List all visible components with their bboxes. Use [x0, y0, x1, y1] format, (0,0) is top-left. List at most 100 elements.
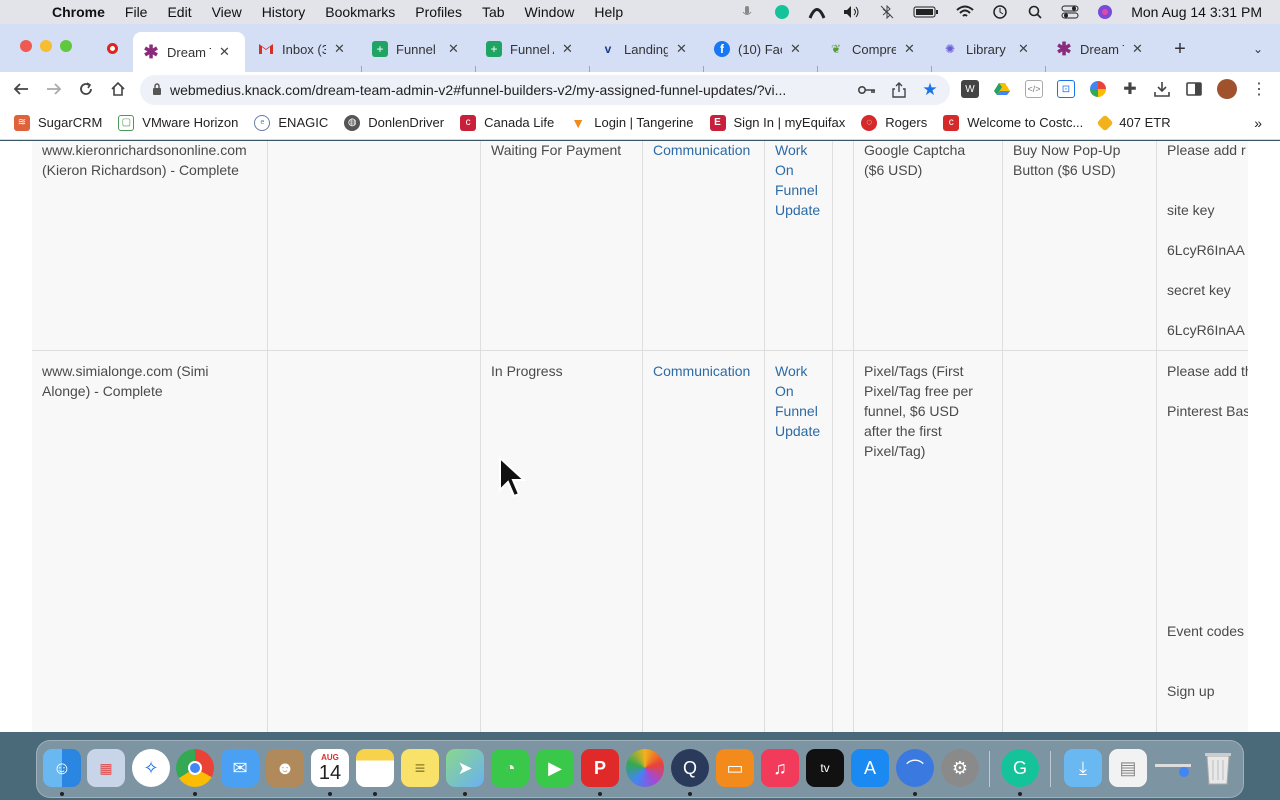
volume-icon[interactable]: [843, 5, 861, 19]
share-icon[interactable]: [890, 81, 908, 99]
tab-funnel-u[interactable]: + Funnel U ✕: [372, 32, 476, 66]
quicktime-icon[interactable]: Q: [671, 749, 709, 787]
back-arrow-icon[interactable]: [12, 80, 30, 98]
communication-link[interactable]: Communication: [653, 141, 750, 160]
menu-bookmarks[interactable]: Bookmarks: [325, 4, 395, 20]
window-close-button[interactable]: [20, 40, 32, 52]
chrome-icon[interactable]: [176, 749, 214, 787]
spotlight-search-icon[interactable]: [1026, 5, 1044, 19]
tab-inbox[interactable]: Inbox (3 ✕: [258, 32, 362, 66]
work-link-line[interactable]: Funnel: [775, 180, 818, 200]
reload-icon[interactable]: [77, 80, 95, 98]
profile-avatar[interactable]: [1217, 79, 1237, 99]
work-link-line[interactable]: Update: [775, 200, 820, 220]
grammarly-icon[interactable]: [773, 5, 791, 19]
google-drive-icon[interactable]: [993, 80, 1011, 98]
battery-icon[interactable]: [913, 5, 939, 19]
bookmark-star-icon[interactable]: ★: [921, 80, 939, 99]
tab-dream-team-2[interactable]: ✱ Dream T ✕: [1056, 32, 1160, 66]
forward-arrow-icon[interactable]: [45, 80, 63, 98]
downloads-folder-icon[interactable]: ⤓: [1064, 749, 1102, 787]
bookmark-tangerine[interactable]: ▼ Login | Tangerine: [570, 115, 693, 131]
menu-view[interactable]: View: [212, 4, 242, 20]
window-minimize-button[interactable]: [40, 40, 52, 52]
work-link-line[interactable]: Update: [775, 421, 820, 441]
menu-window[interactable]: Window: [525, 4, 575, 20]
bookmark-costco[interactable]: c Welcome to Costc...: [943, 114, 1083, 131]
work-link-line[interactable]: On: [775, 381, 794, 401]
tab-close-icon[interactable]: ✕: [676, 41, 687, 57]
more-menu-icon[interactable]: ⋮: [1250, 80, 1268, 98]
finder-icon[interactable]: ☺: [43, 749, 81, 787]
music-icon[interactable]: ♫: [761, 749, 799, 787]
tab-search-chevron-icon[interactable]: ⌄: [1249, 40, 1267, 58]
tab-close-icon[interactable]: ✕: [562, 41, 573, 57]
tab-close-icon[interactable]: ✕: [448, 41, 459, 57]
mail-icon[interactable]: ✉: [221, 749, 259, 787]
menu-app-chrome[interactable]: Chrome: [52, 4, 105, 20]
bookmark-canada-life[interactable]: c Canada Life: [460, 114, 554, 131]
tab-close-icon[interactable]: ✕: [1132, 41, 1143, 57]
new-tab-plus-icon[interactable]: +: [1171, 38, 1189, 60]
extension-blue-icon[interactable]: ⊡: [1057, 80, 1075, 98]
bookmark-sugarcrm[interactable]: ≋ SugarCRM: [14, 114, 102, 131]
side-panel-icon[interactable]: [1185, 80, 1203, 98]
work-link-line[interactable]: On: [775, 160, 794, 180]
tab-close-icon[interactable]: ✕: [219, 44, 230, 60]
flashcard-app-icon[interactable]: P: [581, 749, 619, 787]
tab-close-icon[interactable]: ✕: [790, 41, 801, 57]
extension-web-icon[interactable]: W: [961, 80, 979, 98]
menu-tab[interactable]: Tab: [482, 4, 505, 20]
time-machine-icon[interactable]: [991, 5, 1009, 19]
tab-landing[interactable]: v Landing ✕: [600, 32, 704, 66]
tab-compress[interactable]: ❦ Compres ✕: [828, 32, 932, 66]
color-wheel-extension-icon[interactable]: [1089, 80, 1107, 98]
communication-link[interactable]: Communication: [653, 361, 750, 381]
bookmarks-overflow-chevron-icon[interactable]: »: [1254, 115, 1262, 131]
tab-facebook[interactable]: f (10) Face ✕: [714, 32, 818, 66]
stickies-icon[interactable]: ≡: [401, 749, 439, 787]
apple-tv-icon[interactable]: tv: [806, 749, 844, 787]
code-extension-icon[interactable]: </>: [1025, 80, 1043, 98]
address-bar[interactable]: webmedius.knack.com/dream-team-admin-v2#…: [140, 75, 950, 105]
password-key-icon[interactable]: [858, 81, 876, 99]
lock-icon[interactable]: [152, 82, 162, 98]
bookmark-enagic[interactable]: e ENAGIC: [254, 114, 328, 131]
url-text[interactable]: webmedius.knack.com/dream-team-admin-v2#…: [170, 82, 850, 98]
menu-file[interactable]: File: [125, 4, 148, 20]
bluetooth-off-icon[interactable]: [878, 5, 896, 19]
tab-library[interactable]: ✺ Library | ✕: [942, 32, 1046, 66]
tab-close-icon[interactable]: ✕: [904, 41, 915, 57]
documents-stack-icon[interactable]: ▤: [1109, 749, 1147, 787]
recording-indicator-icon[interactable]: [107, 43, 118, 54]
menu-history[interactable]: History: [262, 4, 306, 20]
app-store-icon[interactable]: A: [851, 749, 889, 787]
safari-icon[interactable]: ✧: [132, 749, 170, 787]
window-zoom-button[interactable]: [60, 40, 72, 52]
menu-help[interactable]: Help: [594, 4, 623, 20]
tab-dream-team-active[interactable]: ✱ Dream T ✕: [133, 32, 245, 72]
messages-icon[interactable]: ◔: [491, 749, 529, 787]
menu-edit[interactable]: Edit: [167, 4, 191, 20]
facetime-icon[interactable]: ▶: [536, 749, 574, 787]
bookmark-rogers[interactable]: ◌ Rogers: [861, 114, 927, 131]
calendar-icon[interactable]: AUG 14: [311, 749, 349, 787]
control-center-icon[interactable]: [1061, 5, 1079, 19]
arc-app-icon[interactable]: [808, 5, 826, 19]
launchpad-icon[interactable]: ▦: [87, 749, 125, 787]
bookmark-donlendriver[interactable]: ◍ DonlenDriver: [344, 114, 444, 131]
tab-close-icon[interactable]: ✕: [1018, 41, 1029, 57]
arc-browser-icon[interactable]: ⌒: [896, 749, 934, 787]
bookmark-equifax[interactable]: E Sign In | myEquifax: [709, 114, 845, 131]
maps-icon[interactable]: ➤: [446, 749, 484, 787]
notes-icon[interactable]: [356, 749, 394, 787]
window-stack-icon[interactable]: [1154, 749, 1192, 787]
extensions-puzzle-icon[interactable]: ✚: [1121, 80, 1139, 98]
wifi-icon[interactable]: [956, 5, 974, 19]
trash-icon[interactable]: [1199, 749, 1237, 787]
books-icon[interactable]: ▭: [716, 749, 754, 787]
system-settings-icon[interactable]: ⚙: [941, 749, 979, 787]
work-link-line[interactable]: Work: [775, 361, 807, 381]
home-icon[interactable]: [109, 80, 127, 98]
grammarly-dock-icon[interactable]: G: [1001, 749, 1039, 787]
